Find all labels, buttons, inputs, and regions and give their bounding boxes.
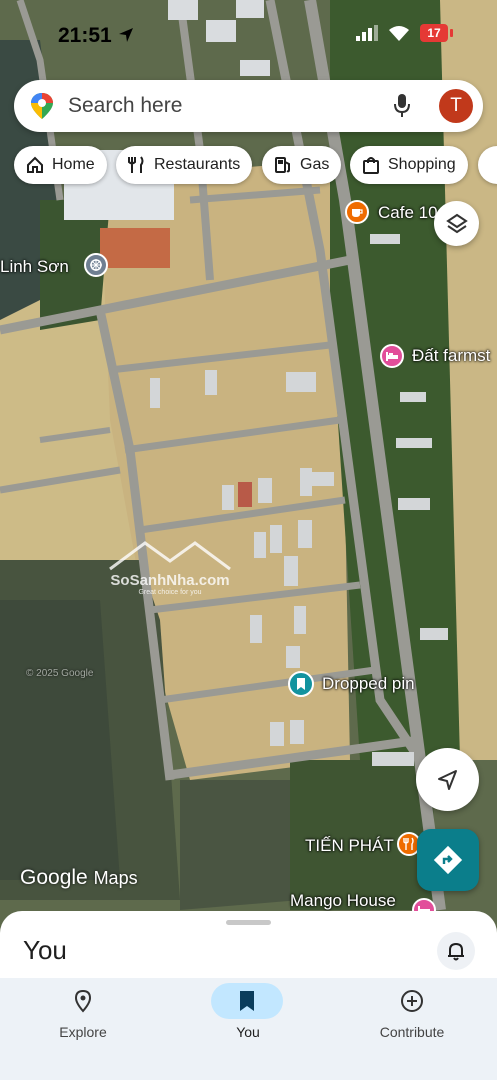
dropped-pin-marker[interactable] <box>288 671 314 697</box>
nav-you[interactable]: You <box>165 978 331 1058</box>
google-maps-logo: Google Maps <box>20 866 138 890</box>
fork-knife-icon <box>128 156 144 173</box>
search-bar[interactable]: Search here T <box>14 80 483 132</box>
nav-contribute-label: Contribute <box>379 1024 445 1040</box>
account-avatar[interactable]: T <box>439 89 473 123</box>
chip-shopping[interactable]: Shopping <box>350 146 468 184</box>
farmstay-marker[interactable] <box>380 344 404 368</box>
nav-explore[interactable]: Explore <box>0 978 166 1058</box>
nav-contribute[interactable]: Contribute <box>329 978 495 1058</box>
mango-house-label[interactable]: Mango House <box>290 891 396 911</box>
house-logo-icon <box>109 541 231 571</box>
location-pin-icon <box>74 989 92 1013</box>
bell-icon <box>448 942 464 961</box>
chip-restaurants[interactable]: Restaurants <box>116 146 253 184</box>
watermark: SoSanhNha.com Great choice for you <box>100 535 240 596</box>
map-attribution: © 2025 Google <box>26 668 94 679</box>
dropped-pin-label[interactable]: Dropped pin <box>322 674 415 694</box>
bed-icon <box>386 352 398 361</box>
maps-wordmark: Maps <box>93 868 138 888</box>
navigation-arrow-icon <box>437 769 457 790</box>
fork-knife-icon <box>403 837 414 850</box>
gas-pump-icon <box>275 157 290 173</box>
clock-text: 21:51 <box>58 24 112 47</box>
chip-home[interactable]: Home <box>14 146 107 184</box>
layers-icon <box>445 213 468 233</box>
status-icons: 17 <box>356 24 453 42</box>
google-wordmark: Google <box>20 866 88 889</box>
my-location-button[interactable] <box>416 748 479 811</box>
coffee-cup-icon <box>352 209 363 217</box>
sheet-drag-handle[interactable] <box>226 920 271 925</box>
battery-indicator: 17 <box>420 24 453 42</box>
shopping-bag-icon <box>363 157 379 174</box>
temple-marker[interactable] <box>84 253 108 277</box>
home-icon <box>27 156 43 173</box>
battery-tip <box>450 29 453 37</box>
microphone-icon[interactable] <box>392 93 412 119</box>
location-arrow-icon <box>118 28 133 42</box>
wifi-icon <box>389 26 409 41</box>
layers-button[interactable] <box>434 201 479 246</box>
nav-explore-icon-wrap <box>47 983 119 1019</box>
status-time: 21:51 <box>58 24 134 48</box>
dharma-wheel-icon <box>90 259 102 271</box>
chip-more[interactable] <box>478 146 497 184</box>
bookmark-icon <box>240 991 254 1011</box>
cafe-marker[interactable] <box>345 200 369 224</box>
bookmark-pin-icon <box>297 678 305 690</box>
tien-phat-label[interactable]: TIẾN PHÁT <box>305 836 394 856</box>
temple-label[interactable]: Linh Sơn <box>0 257 69 277</box>
nav-explore-label: Explore <box>59 1024 107 1040</box>
directions-button[interactable] <box>417 829 479 891</box>
search-placeholder[interactable]: Search here <box>68 94 182 118</box>
watermark-subtext: Great choice for you <box>138 589 202 596</box>
google-maps-pin-icon <box>31 93 53 119</box>
sheet-title: You <box>23 935 67 965</box>
watermark-text: SoSanhNha.com <box>110 572 230 589</box>
notifications-button[interactable] <box>437 932 475 970</box>
cafe-label[interactable]: Cafe 10 <box>378 203 438 223</box>
nav-you-label: You <box>236 1024 260 1040</box>
cell-signal-icon <box>356 25 378 41</box>
category-chips: Home Restaurants Gas Shopping <box>0 146 497 184</box>
status-bar: 21:51 17 <box>0 0 497 74</box>
chip-restaurants-label: Restaurants <box>154 156 241 173</box>
nav-contribute-icon-wrap <box>376 983 448 1019</box>
battery-level: 17 <box>420 24 448 42</box>
directions-icon <box>433 845 463 875</box>
chip-shopping-label: Shopping <box>388 156 456 173</box>
chip-home-label: Home <box>52 156 95 173</box>
chip-gas-label: Gas <box>300 156 330 173</box>
chip-gas[interactable]: Gas <box>262 146 342 184</box>
farmstay-label[interactable]: Đất farmst <box>412 346 490 366</box>
nav-you-icon-wrap <box>211 983 283 1019</box>
add-circle-icon <box>401 990 423 1012</box>
bottom-navigation: Explore You Contribute <box>0 978 497 1080</box>
